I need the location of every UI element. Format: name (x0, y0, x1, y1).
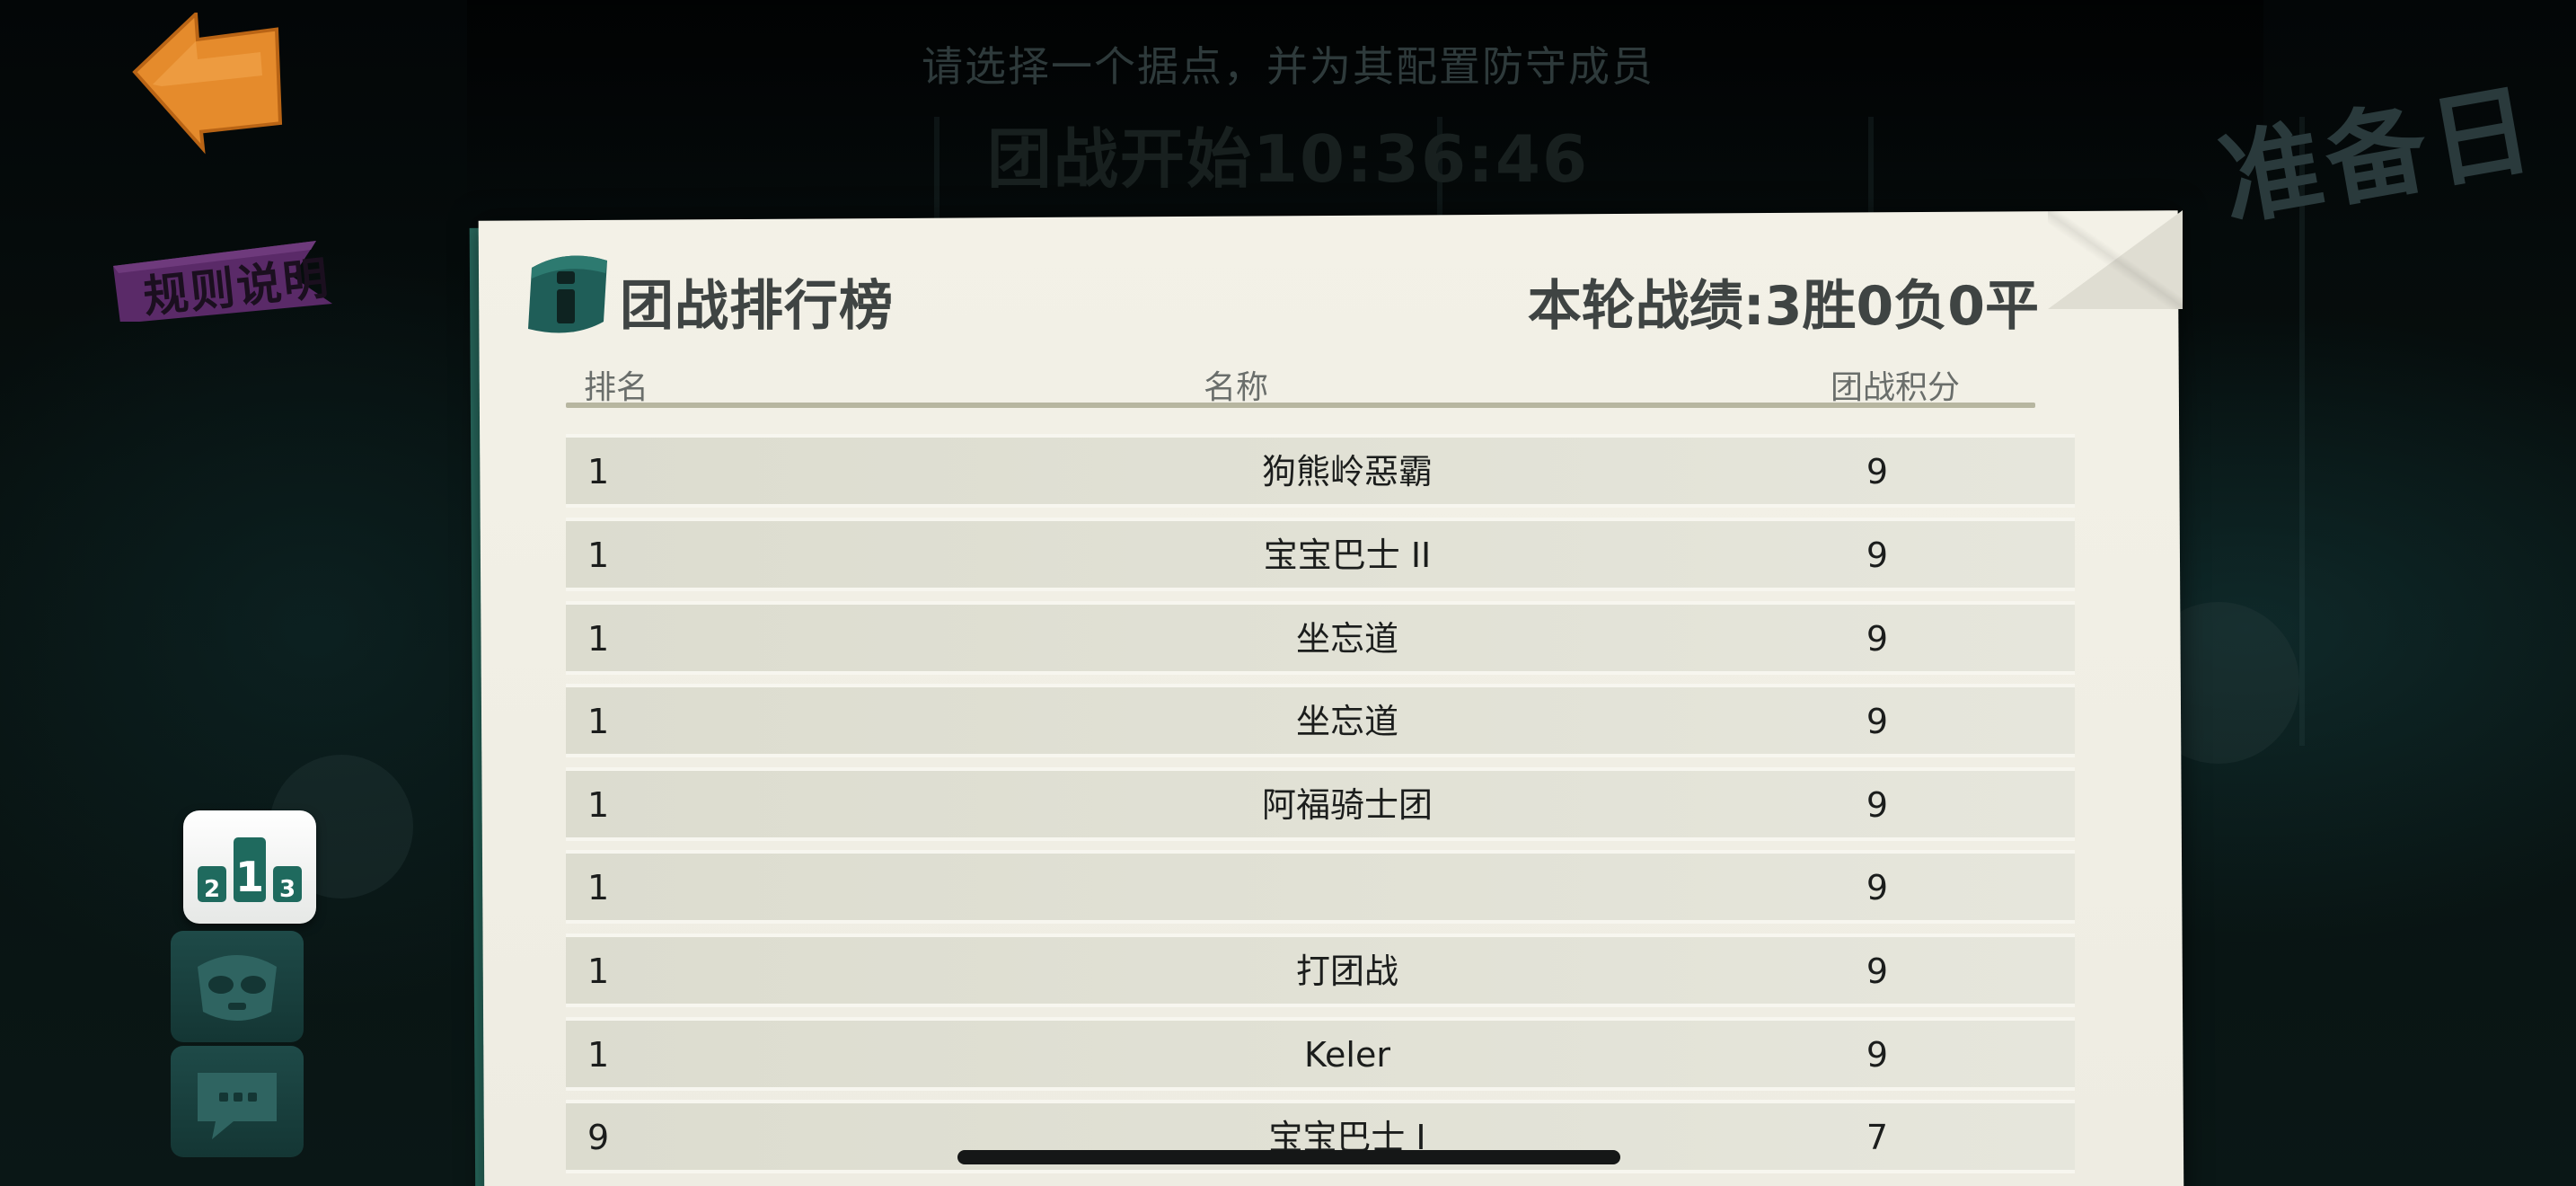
home-indicator[interactable] (957, 1150, 1620, 1164)
svg-text:2: 2 (204, 876, 220, 903)
chat-bubble-icon (198, 1073, 277, 1139)
score-cell: 9 (1866, 452, 1889, 491)
name-cell: 宝宝巴士 II (1263, 535, 1432, 575)
rank-cell: 1 (587, 785, 610, 825)
column-header-rank: 排名 (584, 369, 649, 406)
table-row: 1 坐忘道 9 (566, 684, 2075, 757)
rank-cell: 1 (587, 702, 610, 741)
battle-countdown: 团战开始10:36:46 (986, 121, 1590, 197)
score-cell: 9 (1866, 1035, 1889, 1075)
name-cell: 狗熊岭惡霸 (1261, 452, 1433, 491)
rules-button[interactable]: 规则说明 (113, 241, 338, 323)
info-icon (521, 252, 613, 338)
column-header-name: 名称 (1204, 369, 1269, 406)
table-row: 1 阿福骑士团 9 (566, 767, 2075, 841)
svg-text:1: 1 (235, 853, 264, 901)
rank-cell: 1 (587, 619, 610, 659)
name-cell: 阿福骑士团 (1261, 785, 1433, 825)
name-cell: 坐忘道 (1295, 619, 1398, 659)
score-cell: 9 (1866, 619, 1889, 659)
score-cell: 9 (1866, 535, 1889, 575)
rank-cell: 1 (587, 1035, 610, 1075)
defense-members-tab[interactable] (171, 931, 304, 1042)
chat-tab[interactable] (171, 1046, 304, 1157)
back-button[interactable] (126, 10, 287, 156)
table-row: 1 坐忘道 9 (566, 601, 2075, 675)
rank-cell: 1 (587, 951, 610, 991)
round-record: 本轮战绩:3胜0负0平 (1527, 275, 2039, 338)
game-screen: 请选择一个据点，并为其配置防守成员 团战开始10:36:46 准备日 规则说明 … (0, 0, 2576, 1186)
score-cell: 9 (1866, 785, 1889, 825)
table-row: 1 9 (566, 850, 2075, 924)
svg-text:3: 3 (279, 876, 296, 903)
instruction-text: 请选择一个据点，并为其配置防守成员 (922, 42, 1654, 91)
name-cell: 打团战 (1295, 951, 1398, 991)
column-header-score: 团战积分 (1831, 369, 1961, 406)
skull-mask-icon (198, 955, 277, 1021)
leaderboard-title: 团战排行榜 (620, 275, 894, 338)
score-cell: 9 (1866, 951, 1889, 991)
table-row: 1 Keler 9 (566, 1017, 2075, 1091)
back-arrow-icon (132, 10, 283, 155)
name-cell: Keler (1304, 1035, 1390, 1075)
name-cell: 坐忘道 (1295, 702, 1398, 741)
page-fold-shadow (2048, 210, 2183, 309)
leaderboard-tab[interactable]: 2 1 3 (183, 810, 316, 924)
table-row: 1 打团战 9 (566, 934, 2075, 1007)
score-cell: 9 (1866, 702, 1889, 741)
rank-cell: 9 (587, 1118, 610, 1157)
table-row: 1 宝宝巴士 II 9 (566, 518, 2075, 591)
rank-cell: 1 (587, 535, 610, 575)
score-cell: 7 (1866, 1118, 1889, 1157)
rank-cell: 1 (587, 868, 610, 907)
podium-icon: 2 1 3 (198, 837, 302, 903)
score-cell: 9 (1866, 868, 1889, 907)
table-row: 1 狗熊岭惡霸 9 (566, 434, 2075, 508)
header-divider (566, 403, 2035, 408)
rank-cell: 1 (587, 452, 610, 491)
